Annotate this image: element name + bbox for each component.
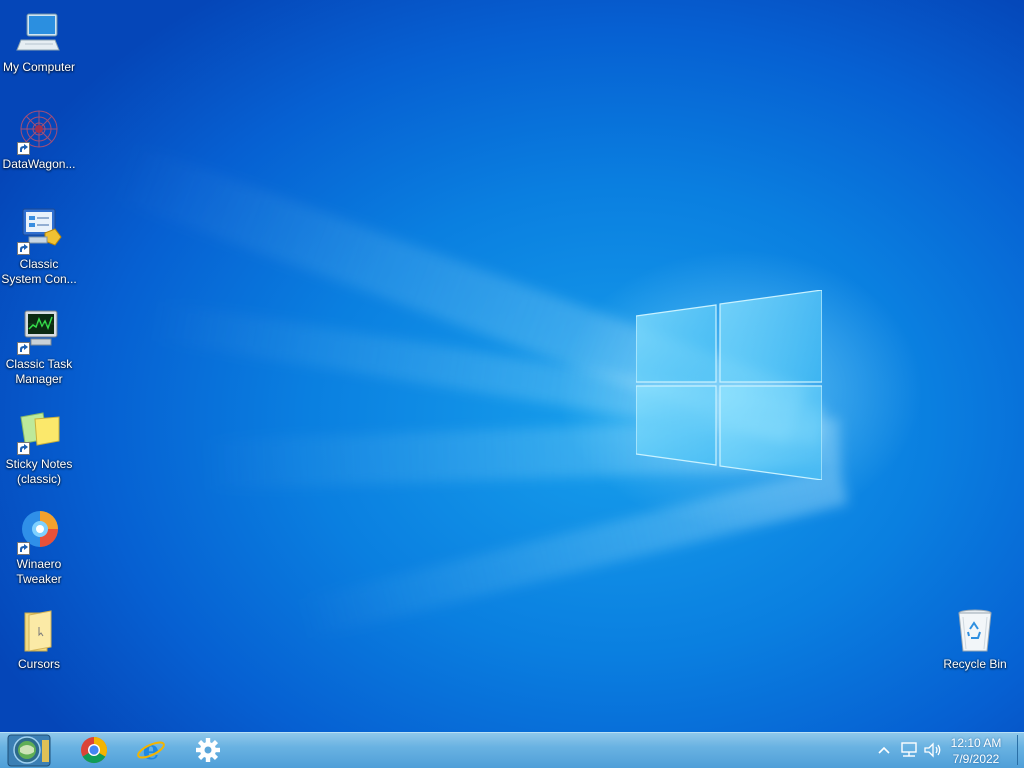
start-button[interactable] bbox=[6, 734, 52, 767]
desktop-icon-label: Classic System Con... bbox=[1, 257, 77, 286]
desktop-icon-label: Recycle Bin bbox=[943, 657, 1007, 671]
network-icon bbox=[901, 742, 917, 757]
internet-explorer-icon: e bbox=[137, 736, 165, 766]
chrome-icon bbox=[81, 736, 108, 764]
desktop-icon-classic-system-control[interactable]: Classic System Con... bbox=[0, 207, 78, 287]
svg-text:e: e bbox=[143, 736, 160, 765]
shortcut-arrow-icon bbox=[17, 442, 30, 455]
computer-icon bbox=[15, 10, 63, 58]
desktop-icon-label: Sticky Notes (classic) bbox=[5, 457, 73, 486]
shortcut-arrow-icon bbox=[17, 342, 30, 355]
desktop-icon-recycle-bin[interactable]: Recycle Bin bbox=[936, 607, 1014, 672]
desktop-icon-label: Classic Task Manager bbox=[5, 357, 73, 386]
shortcut-arrow-icon bbox=[17, 242, 30, 255]
shortcut-arrow-icon bbox=[17, 142, 30, 155]
desktop-icon-label: Cursors bbox=[17, 657, 60, 671]
folder-icon bbox=[15, 607, 63, 655]
desktop-icon-classic-task-manager[interactable]: Classic Task Manager bbox=[0, 307, 78, 387]
settings-gear-icon bbox=[196, 738, 220, 762]
taskbar: e 12:10 AM 7/9/2022 bbox=[0, 732, 1024, 768]
sticky-notes-icon bbox=[15, 407, 63, 455]
desktop-icon-label: DataWagon... bbox=[2, 157, 76, 171]
recycle-bin-icon bbox=[951, 607, 999, 655]
taskbar-clock[interactable]: 12:10 AM 7/9/2022 bbox=[940, 735, 1012, 767]
taskbar-chrome-button[interactable] bbox=[78, 735, 110, 765]
desktop-icon-label: Winaero Tweaker bbox=[16, 557, 62, 586]
datawagon-icon bbox=[15, 107, 63, 155]
start-orb-icon bbox=[7, 734, 51, 767]
desktop-icon-my-computer[interactable]: My Computer bbox=[0, 10, 78, 75]
task-manager-icon bbox=[15, 307, 63, 355]
light-beam bbox=[295, 465, 849, 640]
desktop-icon-sticky-notes[interactable]: Sticky Notes (classic) bbox=[0, 407, 78, 487]
taskbar-internet-explorer-button[interactable]: e bbox=[135, 735, 167, 766]
show-desktop-button[interactable] bbox=[1017, 735, 1018, 765]
chevron-up-icon bbox=[878, 746, 890, 754]
desktop-icon-cursors[interactable]: Cursors bbox=[0, 607, 78, 672]
show-hidden-icons-button[interactable] bbox=[876, 742, 892, 758]
taskbar-settings-button[interactable] bbox=[192, 735, 224, 765]
winaero-tweaker-icon bbox=[15, 507, 63, 555]
clock-time: 12:10 AM bbox=[950, 736, 1002, 750]
shortcut-arrow-icon bbox=[17, 542, 30, 555]
desktop-icon-datawagon[interactable]: DataWagon... bbox=[0, 107, 78, 172]
desktop-icon-label: My Computer bbox=[2, 60, 76, 74]
clock-date: 7/9/2022 bbox=[952, 752, 1000, 766]
network-tray-button[interactable] bbox=[899, 741, 919, 759]
desktop-icon-winaero-tweaker[interactable]: Winaero Tweaker bbox=[0, 507, 78, 587]
windows-logo bbox=[636, 290, 822, 480]
control-panel-icon bbox=[15, 207, 63, 255]
desktop-wallpaper: My Computer DataWagon... Classic System … bbox=[0, 0, 1024, 732]
